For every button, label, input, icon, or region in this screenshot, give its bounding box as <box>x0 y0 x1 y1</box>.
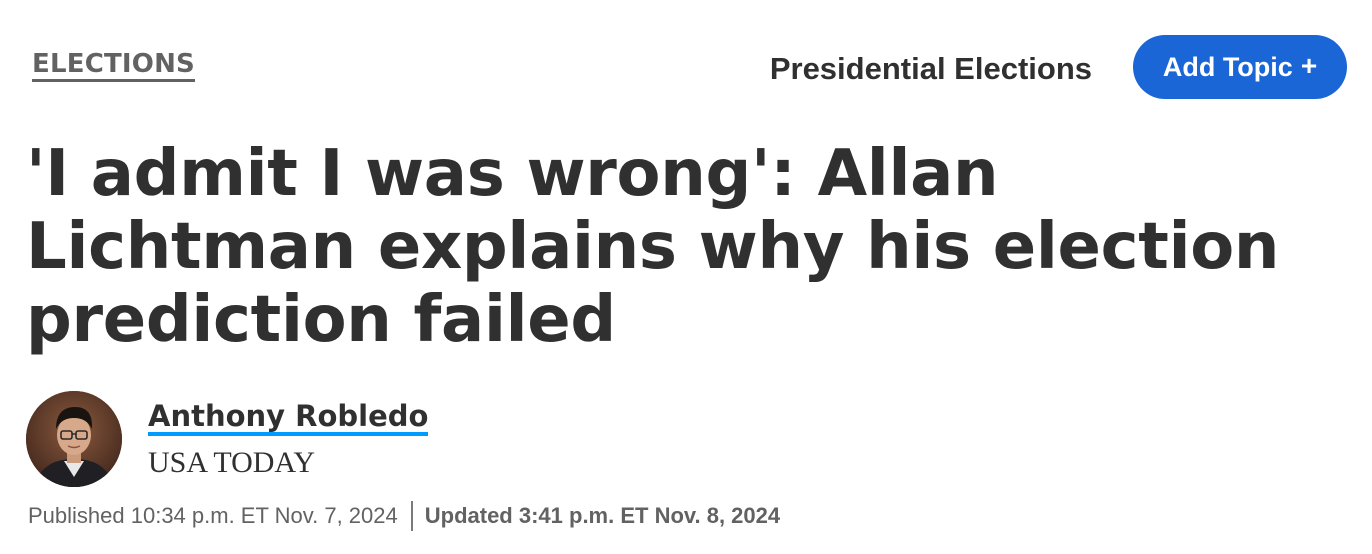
updated-date: Updated 3:41 p.m. ET Nov. 8, 2024 <box>424 503 781 528</box>
article-headline: 'I admit I was wrong': Allan Lichtman ex… <box>26 137 1280 357</box>
author-photo-icon <box>26 391 122 487</box>
add-topic-button[interactable]: Add Topic + <box>1133 35 1347 99</box>
author-affiliation: USA TODAY <box>148 446 316 479</box>
published-date: Published 10:34 p.m. ET Nov. 7, 2024 <box>28 503 398 528</box>
article-topbar: ELECTIONS Presidential Elections Add Top… <box>0 0 1372 130</box>
author-avatar[interactable] <box>26 391 122 487</box>
author-name-link[interactable]: Anthony Robledo <box>148 400 429 436</box>
date-divider <box>410 501 413 531</box>
section-link-elections[interactable]: ELECTIONS <box>32 50 195 82</box>
article-dates: Published 10:34 p.m. ET Nov. 7, 2024 Upd… <box>28 500 780 532</box>
topic-label: Presidential Elections <box>769 51 1092 86</box>
plus-icon: + <box>1300 50 1318 81</box>
add-topic-label: Add Topic <box>1162 51 1293 82</box>
